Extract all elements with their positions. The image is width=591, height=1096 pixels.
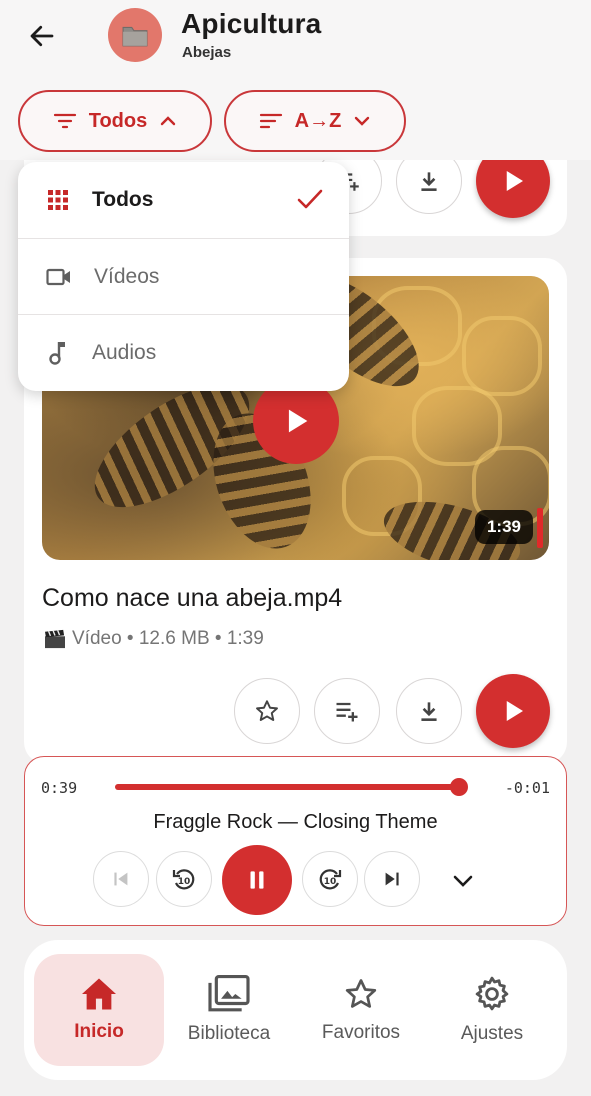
favorite-button[interactable] bbox=[234, 678, 300, 744]
media-meta-text: Vídeo • 12.6 MB • 1:39 bbox=[72, 628, 264, 649]
skip-previous-icon bbox=[114, 872, 128, 886]
videocam-icon bbox=[46, 268, 70, 285]
add-to-queue-button[interactable] bbox=[314, 678, 380, 744]
menu-item-label: Vídeos bbox=[94, 264, 160, 288]
music-note-icon bbox=[49, 341, 65, 365]
check-icon bbox=[297, 189, 323, 209]
collapse-player-button[interactable] bbox=[447, 865, 479, 897]
back-button[interactable] bbox=[22, 16, 62, 56]
duration-badge: 1:39 bbox=[474, 510, 533, 544]
download-icon bbox=[421, 702, 437, 721]
nav-item-favoritos[interactable]: Favoritos bbox=[296, 954, 426, 1066]
nav-item-biblioteca[interactable]: Biblioteca bbox=[164, 954, 294, 1066]
home-icon bbox=[82, 978, 116, 1010]
media-meta: Vídeo • 12.6 MB • 1:39 bbox=[44, 628, 264, 650]
mini-player: 0:39 -0:01 Fraggle Rock — Closing Theme … bbox=[24, 756, 567, 926]
skip-next-icon bbox=[385, 872, 399, 886]
progress-edge bbox=[537, 508, 543, 548]
nav-item-label: Biblioteca bbox=[187, 1023, 271, 1044]
forward-10-button[interactable]: 10 bbox=[302, 851, 358, 907]
now-playing-title: Fraggle Rock — Closing Theme bbox=[153, 811, 438, 833]
next-track-button[interactable] bbox=[364, 851, 420, 907]
nav-item-label: Ajustes bbox=[460, 1023, 524, 1044]
svg-text:10: 10 bbox=[324, 877, 337, 887]
type-filter-label: Todos bbox=[88, 109, 148, 132]
playlist-add-icon bbox=[336, 702, 358, 722]
nav-item-label: Inicio bbox=[74, 1021, 124, 1042]
seek-bar[interactable] bbox=[115, 778, 468, 796]
star-icon bbox=[345, 979, 377, 1008]
app-header: Apicultura Abejas Todos A→Z bbox=[0, 0, 591, 160]
gear-icon bbox=[475, 976, 509, 1011]
sort-chip[interactable]: A→Z bbox=[224, 90, 406, 152]
play-icon bbox=[506, 701, 523, 721]
download-icon bbox=[421, 172, 437, 191]
filter-icon bbox=[53, 113, 76, 129]
current-time: 0:39 bbox=[41, 779, 78, 797]
chevron-down-icon bbox=[453, 875, 473, 887]
sort-icon bbox=[259, 113, 282, 129]
sort-label: A→Z bbox=[294, 109, 342, 132]
clapper-board-icon bbox=[45, 629, 65, 649]
grid-icon bbox=[48, 190, 68, 210]
arrow-left-icon bbox=[30, 25, 54, 47]
rewind-10-button[interactable]: 10 bbox=[156, 851, 212, 907]
nav-item-inicio[interactable]: Inicio bbox=[34, 954, 164, 1066]
nav-item-label: Favoritos bbox=[321, 1022, 401, 1043]
menu-item-label: Todos bbox=[92, 188, 154, 211]
seek-bar-thumb[interactable] bbox=[449, 778, 468, 796]
folder-avatar bbox=[108, 8, 162, 62]
media-title: Como nace una abeja.mp4 bbox=[42, 584, 343, 612]
folder-icon bbox=[122, 26, 148, 47]
star-outline-icon bbox=[256, 700, 278, 721]
pause-icon bbox=[250, 871, 264, 889]
svg-text:10: 10 bbox=[178, 877, 191, 887]
chevron-down-icon bbox=[355, 116, 370, 126]
chevron-up-icon bbox=[161, 116, 176, 126]
pause-button[interactable] bbox=[222, 845, 292, 915]
menu-item-videos[interactable]: Vídeos bbox=[18, 238, 349, 314]
download-button[interactable] bbox=[396, 678, 462, 744]
seek-bar-progress bbox=[115, 784, 459, 790]
type-filter-chip[interactable]: Todos bbox=[18, 90, 212, 152]
play-button[interactable] bbox=[476, 674, 550, 748]
nav-item-ajustes[interactable]: Ajustes bbox=[427, 954, 557, 1066]
previous-track-button[interactable] bbox=[93, 851, 149, 907]
menu-item-label: Audios bbox=[92, 340, 157, 364]
replay-10-icon: 10 bbox=[172, 869, 195, 890]
play-icon bbox=[288, 409, 308, 433]
photo-library-icon bbox=[208, 975, 250, 1012]
play-icon bbox=[506, 171, 523, 191]
type-filter-menu: Todos Vídeos Audios bbox=[18, 162, 349, 391]
bottom-navigation: Inicio Biblioteca Favoritos Ajustes bbox=[24, 940, 567, 1080]
page-subtitle: Abejas bbox=[182, 44, 232, 61]
forward-10-icon: 10 bbox=[319, 869, 342, 890]
menu-item-todos[interactable]: Todos bbox=[18, 162, 349, 238]
remaining-time: -0:01 bbox=[504, 779, 550, 797]
page-title: Apicultura bbox=[181, 8, 322, 39]
menu-item-audios[interactable]: Audios bbox=[18, 314, 349, 390]
